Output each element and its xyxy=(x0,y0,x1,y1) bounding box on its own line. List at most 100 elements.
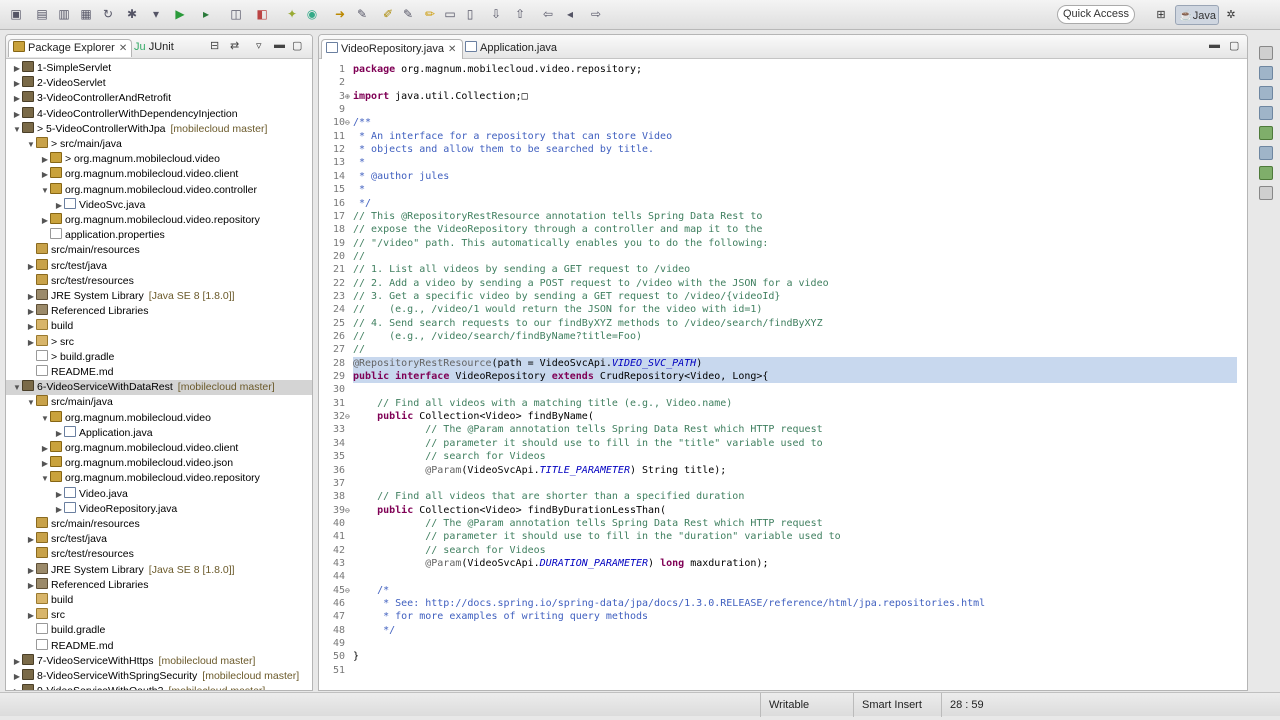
code-line[interactable]: * for more examples of writing query met… xyxy=(353,610,648,623)
forward-icon[interactable]: ⇨ xyxy=(588,6,604,22)
collapsed-arrow-icon[interactable]: ▶ xyxy=(26,335,36,350)
code-line[interactable]: // Find all videos that are shorter than… xyxy=(353,490,744,503)
tree-item[interactable]: ▶ org.magnum.mobilecloud.video.client xyxy=(6,167,312,182)
tree-item[interactable]: ▶ Application.java xyxy=(6,425,312,441)
save-all-icon[interactable]: ▥ xyxy=(56,6,72,22)
print-icon[interactable]: ▦ xyxy=(78,6,94,22)
tree-item[interactable]: ▼ 6-VideoServiceWithDataRest [mobilecloud … xyxy=(6,380,312,396)
code-line[interactable]: // 1. List all videos by sending a GET r… xyxy=(353,263,690,276)
tree-item[interactable]: ▼ > 5-VideoControllerWithJpa [mobilecloud … xyxy=(6,121,312,137)
code-line[interactable]: public Collection<Video> findByName( xyxy=(353,410,594,423)
collapsed-arrow-icon[interactable]: ▶ xyxy=(54,426,64,441)
new-icon[interactable]: ▣ xyxy=(8,6,24,22)
new-server-icon[interactable]: ◧ xyxy=(254,6,270,22)
code-line[interactable]: // xyxy=(353,343,365,356)
collapsed-arrow-icon[interactable]: ▶ xyxy=(40,167,50,182)
collapsed-arrow-icon[interactable]: ▶ xyxy=(54,198,64,213)
code-line[interactable]: // (e.g., /video/search/findByName?title… xyxy=(353,330,642,343)
view-menu-icon[interactable]: ▿ xyxy=(256,39,262,52)
refresh-icon[interactable]: ↻ xyxy=(100,6,116,22)
tree-item[interactable]: ▶ 4-VideoControllerWithDependencyInjectio… xyxy=(6,106,312,122)
code-line[interactable]: * xyxy=(353,156,365,169)
java-perspective-button[interactable]: ☕Java xyxy=(1175,5,1219,25)
declaration-icon[interactable] xyxy=(1259,106,1273,120)
tree-item[interactable]: src/main/resources xyxy=(6,243,312,258)
tree-item[interactable]: ▶ 2-VideoServlet xyxy=(6,76,312,91)
code-line[interactable]: import java.util.Collection;□ xyxy=(353,90,528,103)
back-icon[interactable]: ⇦ xyxy=(540,6,556,22)
tab-junit[interactable]: Ju JUnit xyxy=(134,39,174,57)
code-line[interactable]: @Param(VideoSvcApi.TITLE_PARAMETER) Stri… xyxy=(353,464,726,477)
tree-item[interactable]: application.properties xyxy=(6,228,312,243)
expanded-arrow-icon[interactable]: ▼ xyxy=(40,411,50,426)
debug-icon[interactable]: ✱ xyxy=(124,6,140,22)
fold-toggle-icon[interactable]: ⊖ xyxy=(345,412,350,421)
open-perspective-icon[interactable]: ⊞ xyxy=(1152,5,1170,25)
tree-item[interactable]: ▶ build xyxy=(6,319,312,334)
tree-item[interactable]: ▶ org.magnum.mobilecloud.video.client xyxy=(6,441,312,456)
fold-toggle-icon[interactable]: ⊖ xyxy=(345,586,350,595)
tree-item[interactable]: ▶ src xyxy=(6,608,312,623)
code-line[interactable]: * @author jules xyxy=(353,170,449,183)
fold-toggle-icon[interactable]: ⊕ xyxy=(345,92,350,101)
expanded-arrow-icon[interactable]: ▼ xyxy=(40,183,50,198)
code-line[interactable]: // expose the VideoRepository through a … xyxy=(353,223,762,236)
code-line[interactable]: } xyxy=(353,650,359,663)
run-icon[interactable]: ▶ xyxy=(172,6,188,22)
code-line[interactable]: /** xyxy=(353,116,371,129)
collapsed-arrow-icon[interactable]: ▶ xyxy=(26,532,36,547)
search-icon[interactable]: ✎ xyxy=(354,6,370,22)
code-line[interactable]: @RepositoryRestResource(path = VideoSvcA… xyxy=(353,356,1237,370)
link-editor-icon[interactable]: ⇄ xyxy=(230,39,239,52)
expanded-arrow-icon[interactable]: ▼ xyxy=(12,380,22,395)
tree-item[interactable]: ▶ > src xyxy=(6,334,312,350)
tree-item[interactable]: ▶ src/test/java xyxy=(6,532,312,547)
code-line[interactable]: // parameter it should use to fill in th… xyxy=(353,530,840,543)
editor-tab[interactable]: Application.java xyxy=(461,39,563,59)
tree-item[interactable]: ▶ Referenced Libraries xyxy=(6,577,312,593)
expanded-arrow-icon[interactable]: ▼ xyxy=(12,122,22,137)
code-line[interactable]: */ xyxy=(353,624,395,637)
collapsed-arrow-icon[interactable]: ▶ xyxy=(12,61,22,76)
code-line[interactable]: @Param(VideoSvcApi.DURATION_PARAMETER) l… xyxy=(353,557,768,570)
tree-item[interactable]: build xyxy=(6,593,312,608)
collapsed-arrow-icon[interactable]: ▶ xyxy=(12,107,22,122)
tree-item[interactable]: ▶ org.magnum.mobilecloud.video.json xyxy=(6,456,312,471)
javadoc-icon[interactable] xyxy=(1259,86,1273,100)
editor-minimize-icon[interactable]: ▬ xyxy=(1209,39,1220,51)
code-line[interactable]: // The @Param annotation tells Spring Da… xyxy=(353,517,822,530)
code-line[interactable]: // (e.g., /video/1 would return the JSON… xyxy=(353,303,762,316)
collapsed-arrow-icon[interactable]: ▶ xyxy=(26,289,36,304)
collapsed-arrow-icon[interactable]: ▶ xyxy=(26,578,36,593)
tree-item[interactable]: ▶ VideoRepository.java xyxy=(6,501,312,517)
next-annotation-icon[interactable]: ⇩ xyxy=(488,6,504,22)
code-line[interactable]: package org.magnum.mobilecloud.video.rep… xyxy=(353,63,642,76)
expanded-arrow-icon[interactable]: ▼ xyxy=(26,395,36,410)
open-task-icon[interactable]: ✐ xyxy=(380,6,396,22)
code-line[interactable]: // The @Param annotation tells Spring Da… xyxy=(353,423,822,436)
back-dropdown-icon[interactable]: ◂ xyxy=(562,6,578,22)
prev-annotation-icon[interactable]: ⇧ xyxy=(512,6,528,22)
progress-icon[interactable] xyxy=(1259,186,1273,200)
code-line[interactable]: */ xyxy=(353,197,371,210)
restore-icon[interactable] xyxy=(1259,46,1273,60)
save-icon[interactable]: ▤ xyxy=(34,6,50,22)
collapsed-arrow-icon[interactable]: ▶ xyxy=(12,654,22,669)
tree-item[interactable]: ▼ org.magnum.mobilecloud.video xyxy=(6,410,312,426)
collapse-all-icon[interactable]: ⊟ xyxy=(210,39,219,52)
tree-item[interactable]: ▶ JRE System Library [Java SE 8 [1.8.0]] xyxy=(6,562,312,578)
outline-icon[interactable] xyxy=(1259,66,1273,80)
collapsed-arrow-icon[interactable]: ▶ xyxy=(12,669,22,684)
collapsed-arrow-icon[interactable]: ▶ xyxy=(54,502,64,517)
code-line[interactable]: // This @RepositoryRestResource annotati… xyxy=(353,210,762,223)
quick-access-field[interactable]: Quick Access xyxy=(1057,5,1135,24)
close-icon[interactable]: ✕ xyxy=(448,44,456,55)
code-line[interactable]: // parameter it should use to fill in th… xyxy=(353,437,822,450)
tree-item[interactable]: README.md xyxy=(6,638,312,654)
collapsed-arrow-icon[interactable]: ▶ xyxy=(40,152,50,167)
problems-icon[interactable] xyxy=(1259,166,1273,180)
collapsed-arrow-icon[interactable]: ▶ xyxy=(40,456,50,471)
tree-item[interactable]: ▼ org.magnum.mobilecloud.video.repository xyxy=(6,471,312,486)
code-line[interactable]: * An interface for a repository that can… xyxy=(353,130,672,143)
tree-item[interactable]: ▶ 8-VideoServiceWithSpringSecurity [mobile… xyxy=(6,669,312,684)
